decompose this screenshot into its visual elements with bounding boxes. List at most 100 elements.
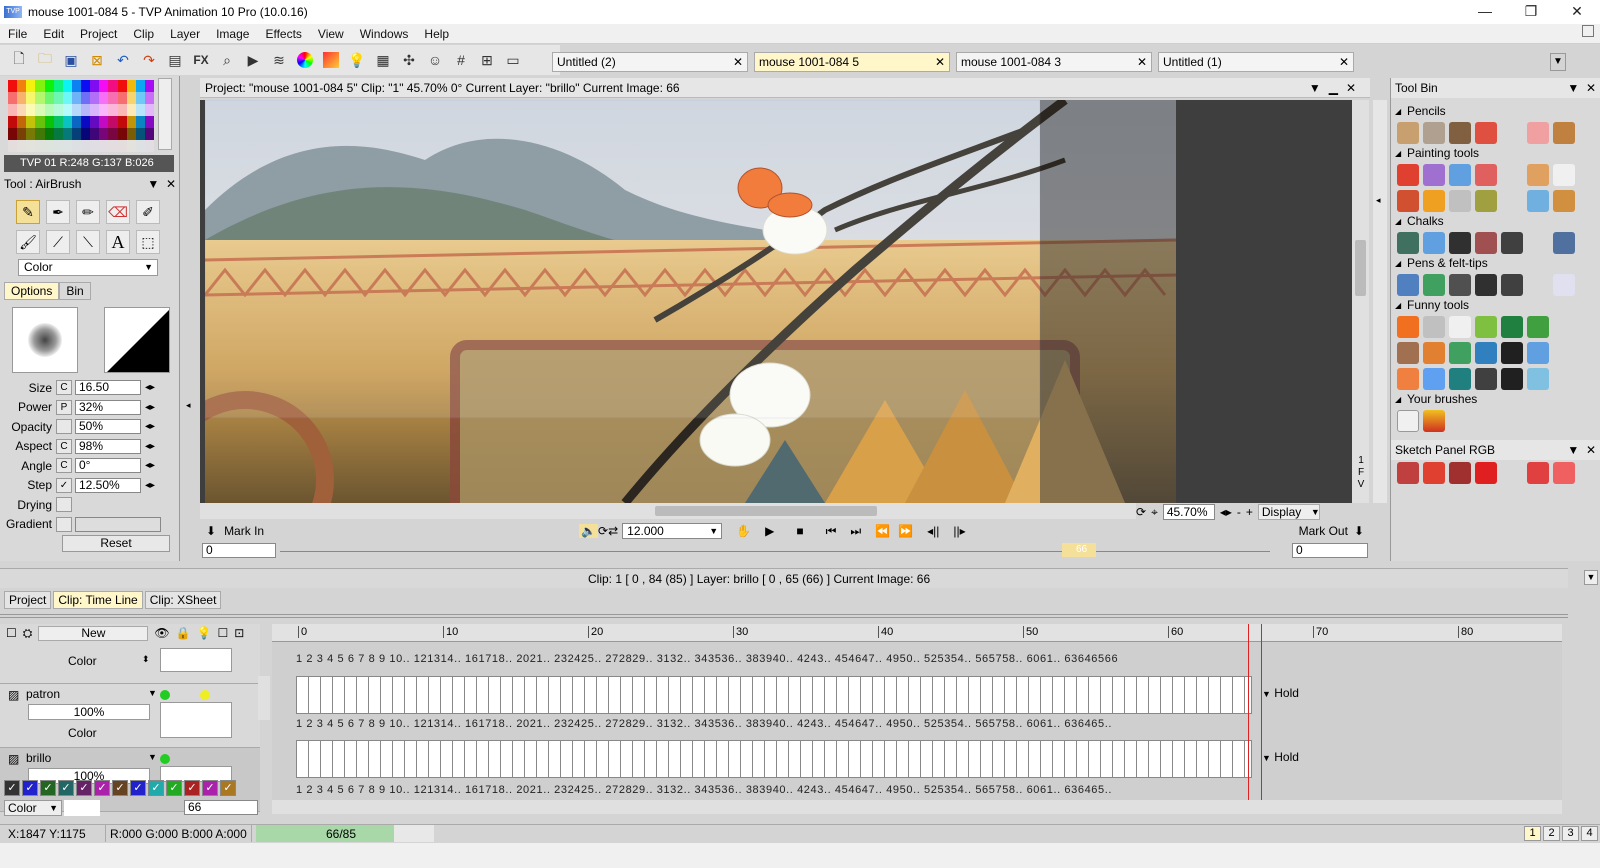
viewer-horizontal-scrollbar[interactable] [200,503,1136,519]
color-swatch[interactable] [17,116,27,128]
color-swatch[interactable] [53,104,63,116]
color-swatch[interactable] [8,104,18,116]
close-icon[interactable]: ✕ [1554,0,1600,24]
open-folder-icon[interactable]: 🗀 [34,49,56,71]
color-swatch[interactable] [26,128,36,140]
mark-out-label[interactable]: Mark Out [1299,524,1348,538]
menu-edit[interactable]: Edit [35,27,72,41]
menu-restore-icon[interactable] [1582,25,1594,37]
color-swatch[interactable] [44,92,54,104]
section-chalks[interactable]: Chalks [1391,214,1600,230]
color-swatch[interactable] [81,80,91,92]
eye-icon[interactable]: 👁 [154,626,169,640]
fx-icon[interactable]: FX [190,49,212,71]
property-flag[interactable]: P [56,399,72,415]
timeline-vertical-scrollbar[interactable] [258,676,270,720]
menu-windows[interactable]: Windows [352,27,417,41]
brush-icon[interactable] [1475,190,1497,212]
layer-mode[interactable]: Color [68,726,97,740]
marker-tool-icon[interactable]: ✏ [76,200,100,224]
mark-out-icon[interactable]: ⬇ [1354,524,1364,538]
tabs-dropdown-icon[interactable]: ▼ [1550,53,1566,71]
property-flag[interactable] [56,419,72,435]
viewer-vertical-scrollbar[interactable]: 1 F V [1352,100,1369,503]
top-layer-mode[interactable]: Color [68,654,97,668]
last-frame-icon[interactable]: ⏭ [850,524,861,539]
menu-effects[interactable]: Effects [257,27,309,41]
hand-icon[interactable]: ✋ [736,524,751,538]
sound-icon[interactable]: 🔈 [579,524,599,538]
airbrush-tool-icon[interactable]: ✎ [16,200,40,224]
brush-icon[interactable] [1553,190,1575,212]
funny-icon[interactable] [1527,368,1549,390]
stepper-icon[interactable]: ◂▸ [143,480,157,491]
mask-icon[interactable]: ☺ [424,49,446,71]
color-swatch[interactable] [144,140,154,152]
reset-button[interactable]: Reset [62,535,170,552]
brush-icon[interactable] [1527,164,1549,186]
light-bulb-icon[interactable]: 💡 [346,49,368,71]
zoom-stepper-icon[interactable]: ◂▸ [1220,505,1232,519]
color-swatch[interactable] [26,104,36,116]
color-swatch[interactable] [108,140,118,152]
color-swatch[interactable] [17,140,27,152]
color-swatch[interactable] [44,128,54,140]
play-icon[interactable]: ▶ [242,49,264,71]
color-swatch[interactable] [71,116,81,128]
color-group-checkbox[interactable]: ✓ [148,780,164,796]
section-pens[interactable]: Pens & felt-tips [1391,256,1600,272]
brush-icon[interactable] [1397,190,1419,212]
color-swatch[interactable] [90,92,100,104]
new-file-icon[interactable]: 🗋 [8,49,30,71]
new-layer-button[interactable]: New [38,625,149,641]
color-swatch[interactable] [53,116,63,128]
tab-mouse-5[interactable]: mouse 1001-084 5 ✕ [754,52,950,72]
color-swatch[interactable] [35,92,45,104]
next-frame-icon[interactable]: ||▸ [953,524,965,538]
pencil-icon[interactable] [1449,122,1471,144]
funny-icon[interactable] [1397,368,1419,390]
property-value[interactable]: 50% [75,419,141,435]
pencil-icon[interactable] [1397,122,1419,144]
property-flag[interactable]: C [56,458,72,474]
light-icon[interactable]: 💡 [197,626,212,640]
color-group-checkbox[interactable]: ✓ [22,780,38,796]
property-value[interactable]: 0° [75,458,141,474]
layer-name[interactable]: brillo [26,751,51,765]
brush-icon[interactable] [1553,164,1575,186]
color-group-checkbox[interactable]: ✓ [202,780,218,796]
lock-icon[interactable]: 🔒 [176,626,191,640]
color-swatch[interactable] [99,104,109,116]
color-swatch[interactable] [126,116,136,128]
color-swatch[interactable] [90,116,100,128]
close-icon[interactable] [1475,462,1497,484]
chalk-icon[interactable] [1475,232,1497,254]
sketch-tool-icon[interactable] [1397,462,1419,484]
layer-tools-icon[interactable]: ⛭ [23,626,33,641]
rotate-reset-icon[interactable]: ⟳ [1136,505,1146,519]
calculator-icon[interactable]: ▦ [372,49,394,71]
color-swatch[interactable] [117,80,127,92]
chevron-down-icon[interactable]: ▼ [148,688,157,698]
color-swatch[interactable] [90,80,100,92]
color-swatch[interactable] [44,80,54,92]
patron-track[interactable] [296,676,1252,714]
color-swatch[interactable] [8,116,18,128]
stepper-icon[interactable]: ◂▸ [143,421,157,432]
bottom-mode-select[interactable]: Color ▼ [4,800,62,816]
layer-row-patron[interactable]: ▨ patron ▼ 100% Color [0,684,260,748]
brush-icon[interactable] [1423,190,1445,212]
sketch-tool-icon[interactable] [1553,462,1575,484]
color-swatch[interactable] [8,128,18,140]
music-note-icon[interactable] [1475,368,1497,390]
color-swatch[interactable] [53,80,63,92]
visibility-dot-icon[interactable] [160,690,170,700]
color-swatch[interactable] [108,104,118,116]
paw-icon[interactable] [1501,368,1523,390]
stepper-icon[interactable]: ◂▸ [143,460,157,471]
color-swatch[interactable] [135,116,145,128]
brush-icon[interactable] [1449,190,1471,212]
pencil-icon[interactable] [1423,122,1445,144]
custom-brush-icon[interactable] [1397,410,1419,432]
page-3-button[interactable]: 3 [1562,826,1579,841]
